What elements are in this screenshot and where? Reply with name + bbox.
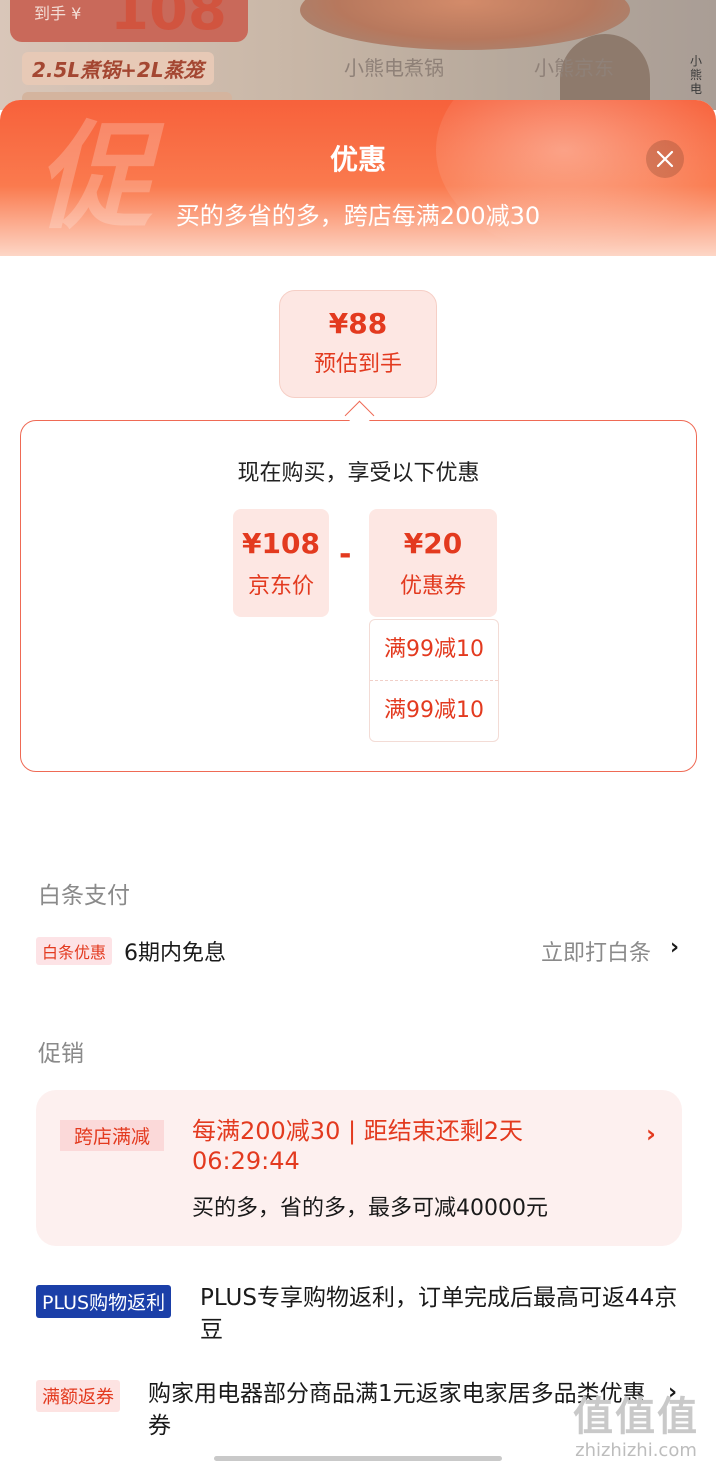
baitiao-chevron-right-icon[interactable]: › [670,935,679,960]
sheet-title: 优惠 [329,143,386,176]
promotion-section-title: 促销 [38,1041,84,1067]
coupon-list: 满99减10 满99减10 [369,619,499,742]
background-tab-2: 小熊京东 [534,56,614,80]
background-tab-1: 小熊电煮锅 [344,56,444,80]
plus-rebate-text: PLUS专享购物返利，订单完成后最高可返44京豆 [200,1285,678,1343]
coupon-label: 优惠券 [399,574,466,599]
sheet-header: 促 优惠 买的多省的多，跨店每满200减30 [0,100,716,260]
background-price-value: 108 [110,0,227,43]
cross-store-sub-line: 买的多，省的多，最多可减40000元 [192,1196,548,1221]
coupon-item: 满99减10 [384,637,484,662]
minus-sign: - [339,537,352,572]
estimated-price: ¥88 [328,307,388,340]
sheet-subtitle: 买的多省的多，跨店每满200减30 [175,202,541,230]
breakdown-title: 现在购买，享受以下优惠 [237,461,480,486]
background-feature-badge: 2.5L煮锅+2L蒸笼 [22,52,214,85]
coupon-card: ¥20 优惠券 [369,509,497,617]
jd-price-label: 京东价 [247,574,314,599]
jd-price: ¥108 [242,527,320,560]
baitiao-tag: 白条优惠 [36,937,113,965]
home-indicator[interactable] [214,1456,502,1461]
watermark-url: zhizhizhi.com [575,1440,697,1461]
estimated-price-label: 预估到手 [313,352,402,377]
background-side-text: 小熊电 [690,54,703,96]
cross-store-main-line: 每满200减30 | 距结束还剩2天 06:29:44 [192,1117,523,1175]
cross-store-tag: 跨店满减 [60,1120,165,1151]
baitiao-text: 6期内免息 [124,941,226,966]
plus-rebate-tag: PLUS购物返利 [36,1285,172,1318]
baitiao-section-title: 白条支付 [38,883,130,909]
watermark-glyphs: 值值值 [573,1394,699,1440]
coupon-item: 满99减10 [370,680,498,741]
cross-store-promo-card[interactable]: 跨店满减 每满200减30 | 距结束还剩2天 06:29:44 买的多，省的多… [36,1090,682,1246]
background-product-page: 到手 ¥ 108 2.5L煮锅+2L蒸笼 小熊电煮锅 小熊京东 小熊电 [0,0,716,110]
cross-store-chevron-right-icon[interactable]: › [646,1120,656,1148]
estimated-price-box: ¥88 预估到手 [279,290,437,398]
jd-price-card: ¥108 京东价 [233,509,329,617]
baitiao-link[interactable]: 立即打白条 [541,935,651,967]
background-price-label: 到手 ¥ [34,4,82,23]
discount-breakdown: 现在购买，享受以下优惠 ¥108 京东价 - ¥20 优惠券 满99减10 满9… [20,420,697,772]
background-price-strip: 到手 ¥ 108 [10,0,248,43]
close-icon [656,150,674,168]
coupon-value: ¥20 [403,527,463,560]
close-button[interactable] [646,140,684,178]
return-coupon-tag: 满额返券 [36,1380,120,1412]
site-watermark: 值值值 zhizhizhi.com [566,1384,706,1461]
promotion-sheet: 促 优惠 买的多省的多，跨店每满200减30 ¥88 预估到手 现在购买，享受以… [0,100,716,1464]
header-glow [436,100,716,260]
